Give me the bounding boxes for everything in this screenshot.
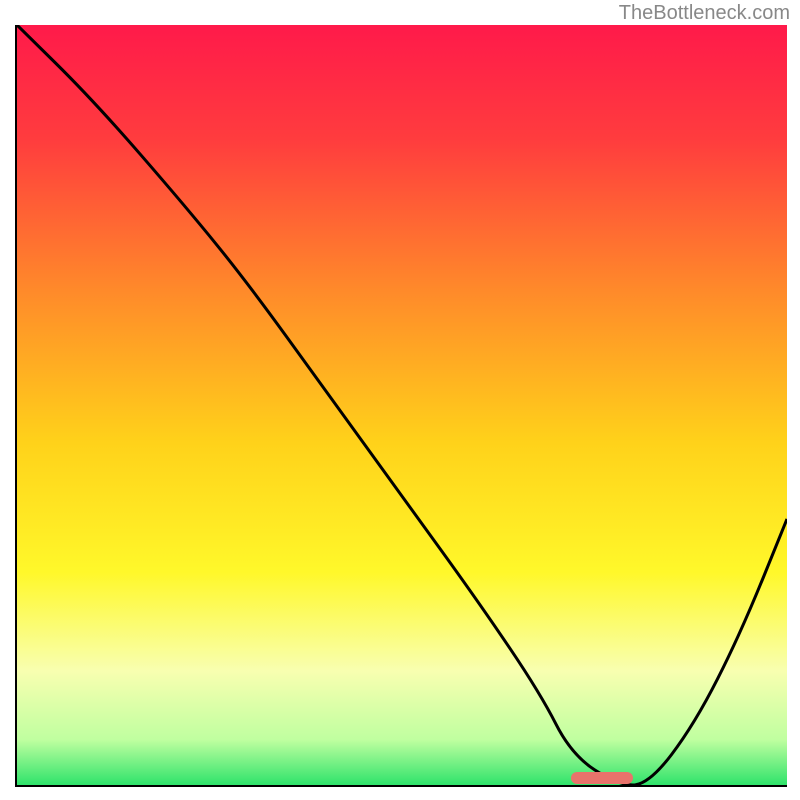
chart-container: TheBottleneck.com xyxy=(0,0,800,800)
bottleneck-curve xyxy=(17,25,787,785)
watermark-text: TheBottleneck.com xyxy=(619,2,790,25)
optimal-marker xyxy=(571,772,633,784)
plot-area xyxy=(15,25,787,787)
